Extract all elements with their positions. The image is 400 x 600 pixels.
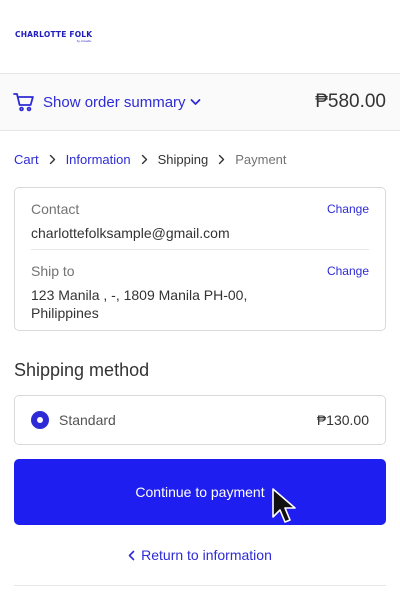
change-shipping-link[interactable]: Change xyxy=(327,263,369,322)
review-contact-row: Contact charlottefolksample@gmail.com Ch… xyxy=(31,188,369,250)
order-summary-bar: Show order summary ₱580.00 xyxy=(0,73,400,131)
chevron-left-icon xyxy=(128,550,135,561)
logo-wordmark: CHARLOTTE FOLK xyxy=(15,29,93,39)
return-to-information-label: Return to information xyxy=(141,547,272,563)
breadcrumb-cart[interactable]: Cart xyxy=(14,152,39,167)
return-to-information-link[interactable]: Return to information xyxy=(0,547,400,563)
mouse-pointer-icon xyxy=(270,487,298,527)
breadcrumb-payment: Payment xyxy=(235,151,287,167)
breadcrumb-shipping: Shipping xyxy=(157,151,209,167)
order-total: ₱580.00 xyxy=(315,91,386,112)
review-block: Contact charlottefolksample@gmail.com Ch… xyxy=(14,187,386,331)
breadcrumb-information[interactable]: Information xyxy=(66,152,131,167)
ship-to-address-line2: Philippines xyxy=(31,305,99,321)
change-contact-link[interactable]: Change xyxy=(327,201,369,249)
review-ship-row: Ship to 123 Manila , -, 1809 Manila PH-0… xyxy=(31,250,369,322)
logo-tagline: by cinnabu xyxy=(76,38,92,43)
shipping-option-price: ₱130.00 xyxy=(316,412,369,428)
ship-to-label: Ship to xyxy=(31,263,75,279)
shipping-option-standard[interactable]: Standard ₱130.00 xyxy=(14,395,386,445)
divider xyxy=(14,585,386,586)
continue-to-payment-button[interactable]: Continue to payment xyxy=(14,459,386,525)
shipping-method-title: Shipping method xyxy=(14,360,150,380)
chevron-right-icon xyxy=(218,154,225,165)
order-summary-toggle[interactable]: Show order summary xyxy=(43,94,201,111)
shipping-option-name: Standard xyxy=(59,412,116,428)
breadcrumb: Cart Information Shipping Payment xyxy=(0,131,400,187)
logo[interactable]: CHARLOTTE FOLK by cinnabu xyxy=(15,29,93,43)
contact-value: charlottefolksample@gmail.com xyxy=(31,225,230,241)
brand-header: CHARLOTTE FOLK by cinnabu xyxy=(0,0,400,73)
ship-to-address-line1: 123 Manila , -, 1809 Manila PH-00, xyxy=(31,287,248,303)
chevron-right-icon xyxy=(141,154,148,165)
contact-label: Contact xyxy=(31,201,80,217)
chevron-down-icon xyxy=(190,98,201,106)
chevron-right-icon xyxy=(49,154,56,165)
shipping-option-radio[interactable] xyxy=(31,411,49,429)
order-summary-toggle-label: Show order summary xyxy=(43,93,186,111)
cart-icon[interactable] xyxy=(13,91,35,113)
